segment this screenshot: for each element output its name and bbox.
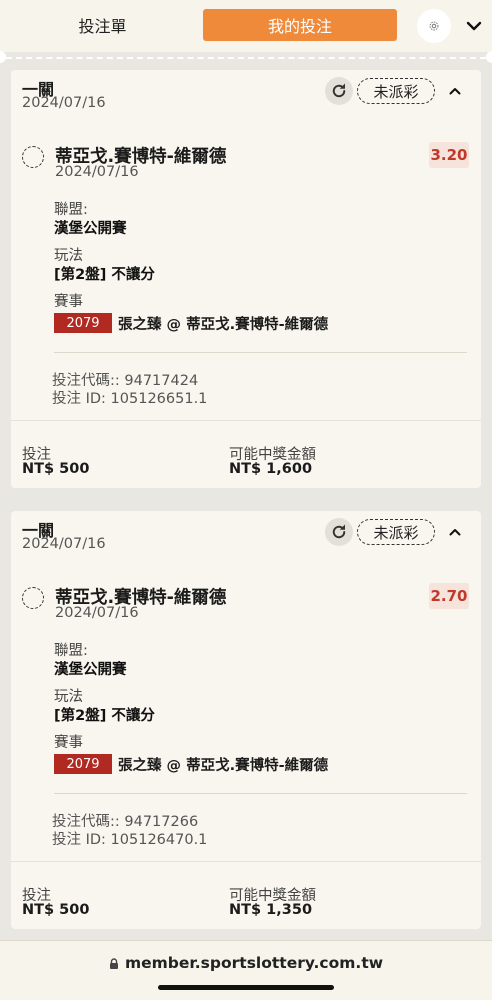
odds-badge: 2.70	[429, 583, 469, 609]
home-indicator[interactable]	[158, 985, 334, 990]
league-value: 漢堡公開賽	[54, 221, 127, 237]
chevron-up-icon[interactable]	[445, 521, 465, 543]
settings-button[interactable]	[417, 9, 451, 43]
tab-bet-slip[interactable]: 投注單	[20, 9, 185, 41]
url-label: member.sportslottery.com.tw	[124, 954, 384, 972]
url-text[interactable]: member.sportslottery.com.tw	[0, 954, 492, 972]
chevron-up-icon[interactable]	[445, 80, 465, 102]
event-code-badge: 2079	[54, 313, 112, 333]
potential-win-value: NT$ 1,600	[229, 461, 313, 477]
event-label: 賽事	[54, 735, 83, 751]
league-value: 漢堡公開賽	[54, 662, 127, 678]
refresh-button[interactable]	[325, 77, 353, 105]
select-checkbox[interactable]	[22, 146, 44, 168]
divider	[11, 420, 481, 421]
event-name: 張之臻 @ 蒂亞戈.賽博特-維爾德	[118, 316, 329, 333]
league-label: 聯盟:	[54, 643, 88, 659]
divider	[11, 861, 481, 862]
lock-icon	[109, 955, 119, 969]
event-row: 2079 張之臻 @ 蒂亞戈.賽博特-維爾德	[54, 312, 328, 334]
event-name: 張之臻 @ 蒂亞戈.賽博特-維爾德	[118, 757, 329, 774]
top-bar: 投注單 我的投注	[0, 0, 492, 52]
browser-url-bar[interactable]: member.sportslottery.com.tw	[0, 940, 492, 1000]
league-label: 聯盟:	[54, 202, 88, 218]
bet-id: 投注 ID: 105126651.1	[52, 391, 208, 407]
match-date: 2024/07/16	[55, 605, 139, 621]
ticket-divider	[6, 57, 486, 59]
bet-card: 一關 2024/07/16 未派彩 蒂亞戈.賽博特-維爾德 2024/07/16…	[11, 511, 481, 929]
stake-value: NT$ 500	[22, 461, 90, 477]
tab-my-bets[interactable]: 我的投注	[203, 9, 397, 41]
refresh-icon	[332, 524, 346, 539]
divider	[54, 793, 467, 794]
refresh-button[interactable]	[325, 518, 353, 546]
bet-date: 2024/07/16	[22, 536, 106, 552]
odds-badge: 3.20	[429, 142, 469, 168]
ticket-notch-right	[486, 51, 492, 63]
divider	[54, 352, 467, 353]
event-row: 2079 張之臻 @ 蒂亞戈.賽博特-維爾德	[54, 753, 328, 775]
play-value: [第2盤] 不讓分	[54, 267, 155, 283]
ticket-notch-left	[0, 51, 6, 63]
refresh-icon	[332, 83, 346, 98]
play-label: 玩法	[54, 248, 83, 264]
select-checkbox[interactable]	[22, 587, 44, 609]
match-date: 2024/07/16	[55, 164, 139, 180]
bet-card: 一關 2024/07/16 未派彩 蒂亞戈.賽博特-維爾德 2024/07/16…	[11, 70, 481, 488]
chevron-down-icon[interactable]	[462, 12, 486, 40]
bet-id: 投注 ID: 105126470.1	[52, 832, 208, 848]
play-value: [第2盤] 不讓分	[54, 708, 155, 724]
status-badge: 未派彩	[357, 519, 435, 545]
gear-icon	[429, 21, 439, 31]
bet-date: 2024/07/16	[22, 95, 106, 111]
play-label: 玩法	[54, 689, 83, 705]
status-badge: 未派彩	[357, 78, 435, 104]
event-code-badge: 2079	[54, 754, 112, 774]
stake-value: NT$ 500	[22, 902, 90, 918]
potential-win-value: NT$ 1,350	[229, 902, 313, 918]
event-label: 賽事	[54, 294, 83, 310]
